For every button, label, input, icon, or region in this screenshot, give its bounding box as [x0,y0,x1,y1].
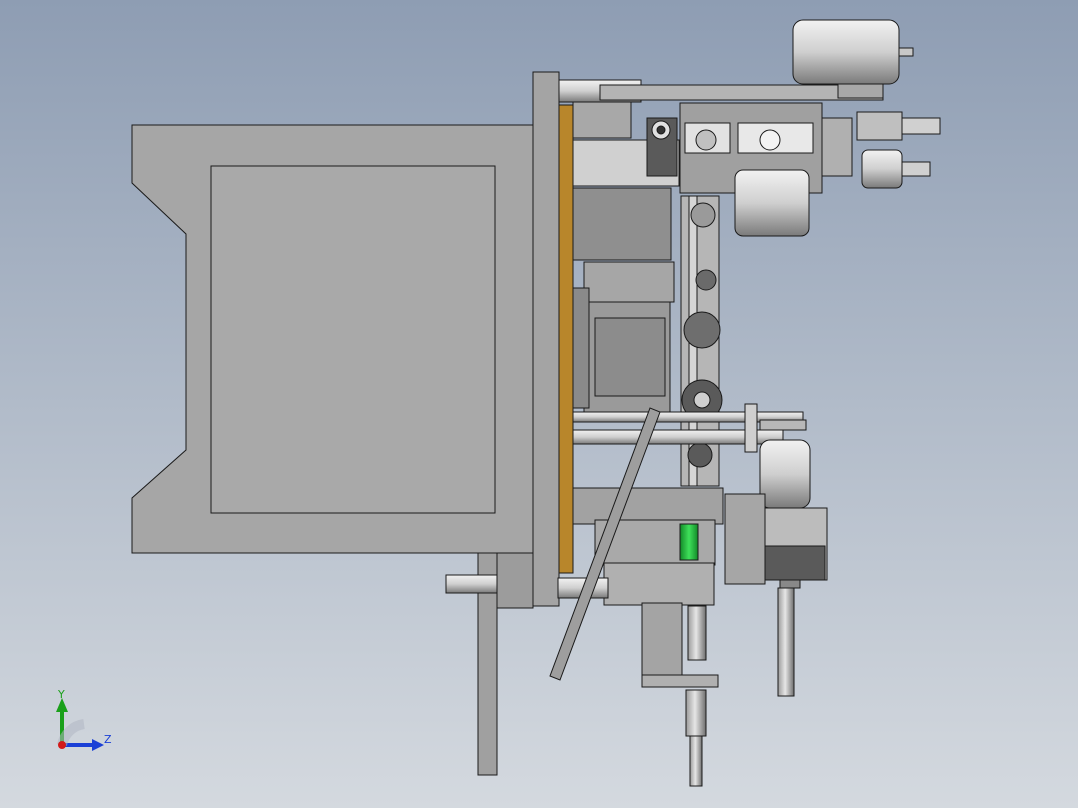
assembly-view: Y Z [0,0,1078,808]
left-enclosure-frame [131,124,541,554]
main-vertical-plate [532,71,574,607]
bronze-mount-plate [558,104,574,574]
enclosure-inner-panel [210,165,496,514]
triad-y-label: Y [57,688,65,701]
servo-motor-lower [759,439,811,509]
triad-origin [58,741,66,749]
green-cylinder [679,523,699,561]
central-column [572,187,675,413]
right-bracket [724,493,828,589]
servo-motor-upper [734,169,810,237]
triad-z-label: Z [104,733,112,746]
cad-viewport[interactable]: Y Z [0,0,1078,808]
